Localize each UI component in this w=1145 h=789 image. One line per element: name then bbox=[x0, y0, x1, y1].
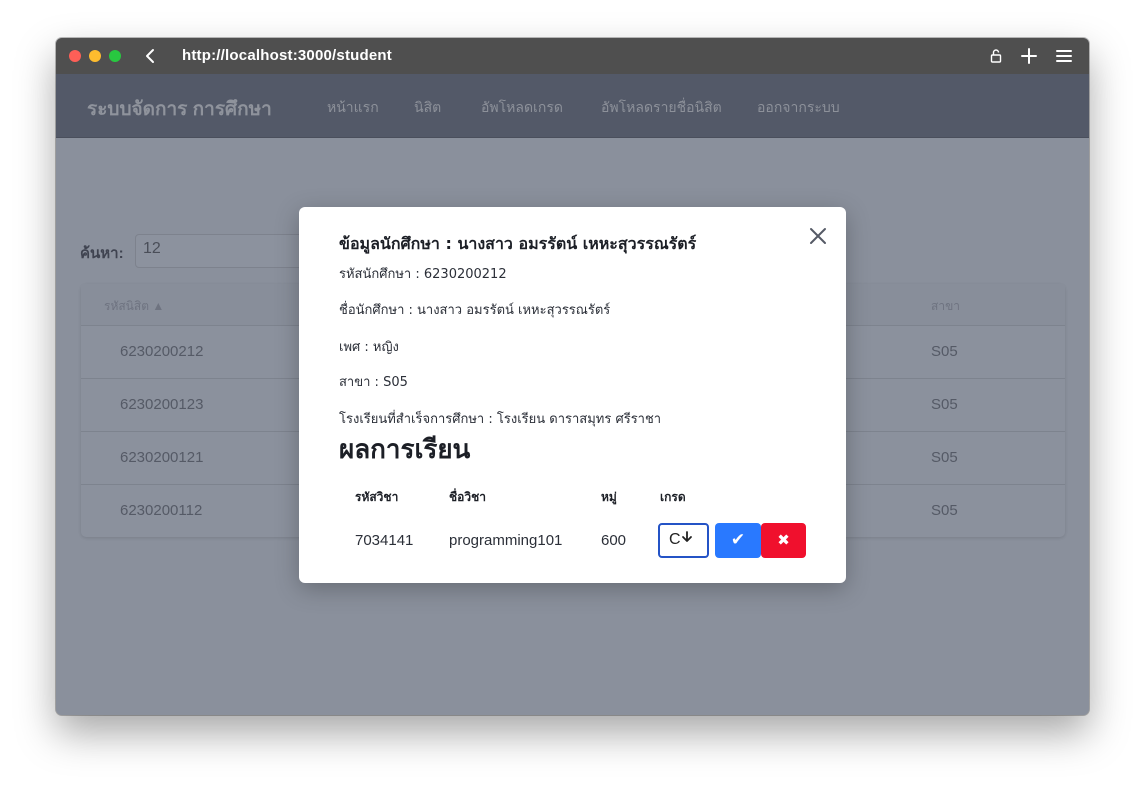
major-cell: S05 bbox=[931, 396, 958, 413]
new-tab-plus-icon[interactable] bbox=[1019, 46, 1039, 66]
back-button[interactable] bbox=[140, 44, 162, 68]
results-heading: ผลการเรียน bbox=[339, 435, 471, 465]
close-icon[interactable] bbox=[806, 224, 830, 248]
search-input[interactable]: 12 bbox=[135, 234, 315, 268]
student-name-line: ชื่อนักศึกษา : นางสาว อมรรัตน์ เหหะสุวรร… bbox=[339, 303, 611, 318]
nav-link-students[interactable]: นิสิต bbox=[414, 97, 441, 119]
confirm-grade-button[interactable]: ✔ bbox=[715, 523, 761, 558]
student-id-cell: 6230200123 bbox=[120, 396, 204, 413]
top-navbar: ระบบจัดการ การศึกษา หน้าแรก นิสิต อัพโหล… bbox=[56, 74, 1089, 138]
check-icon: ✔ bbox=[730, 530, 746, 550]
minimize-window-button[interactable] bbox=[89, 50, 101, 62]
nav-link-upload-student-list[interactable]: อัพโหลดรายชื่อนิสิต bbox=[601, 97, 722, 119]
nav-link-upload-grades[interactable]: อัพโหลดเกรด bbox=[481, 97, 563, 119]
browser-titlebar: http://localhost:3000/student bbox=[56, 38, 1089, 74]
lock-icon[interactable] bbox=[986, 46, 1006, 66]
search-label: ค้นหา: bbox=[80, 245, 124, 262]
nav-link-logout[interactable]: ออกจากระบบ bbox=[757, 97, 840, 119]
grades-header-grade: เกรด bbox=[660, 490, 686, 504]
course-code-cell: 7034141 bbox=[355, 532, 414, 549]
gender-line: เพศ : หญิง bbox=[339, 340, 399, 355]
student-id-line: รหัสนักศึกษา : 6230200212 bbox=[339, 267, 507, 282]
maximize-window-button[interactable] bbox=[109, 50, 121, 62]
course-name-cell: programming101 bbox=[449, 532, 563, 549]
school-line: โรงเรียนที่สำเร็จการศึกษา : โรงเรียน ดาร… bbox=[339, 412, 662, 427]
grade-select-value: C bbox=[669, 531, 681, 548]
x-icon: ✖ bbox=[777, 531, 790, 549]
student-id-cell: 6230200121 bbox=[120, 449, 204, 466]
brand-logo-text[interactable]: ระบบจัดการ การศึกษา bbox=[87, 94, 272, 124]
grades-header-course-name: ชื่อวิชา bbox=[449, 490, 486, 504]
modal-title: ข้อมูลนักศึกษา : นางสาว อมรรัตน์ เหหะสุว… bbox=[339, 234, 697, 253]
grades-header-section: หมู่ bbox=[601, 490, 617, 504]
student-id-cell: 6230200212 bbox=[120, 343, 204, 360]
hamburger-menu-icon[interactable] bbox=[1054, 46, 1074, 66]
student-detail-modal: ข้อมูลนักศึกษา : นางสาว อมรรัตน์ เหหะสุว… bbox=[299, 207, 846, 583]
major-line: สาขา : S05 bbox=[339, 375, 408, 390]
section-cell: 600 bbox=[601, 532, 627, 549]
major-cell: S05 bbox=[931, 449, 958, 466]
chevron-left-icon bbox=[146, 49, 154, 63]
cancel-grade-button[interactable]: ✖ bbox=[761, 523, 806, 558]
nav-link-home[interactable]: หน้าแรก bbox=[327, 97, 379, 119]
close-window-button[interactable] bbox=[69, 50, 81, 62]
column-header-student-id[interactable]: รหัสนิสิต ▲ bbox=[104, 297, 164, 316]
grades-header-course-code: รหัสวิชา bbox=[355, 490, 399, 504]
major-cell: S05 bbox=[931, 502, 958, 519]
address-bar[interactable]: http://localhost:3000/student bbox=[182, 47, 392, 64]
student-id-cell: 6230200112 bbox=[120, 502, 203, 519]
major-cell: S05 bbox=[931, 343, 958, 360]
grade-select[interactable]: C bbox=[658, 523, 709, 558]
arrow-down-icon bbox=[681, 531, 692, 542]
column-header-major[interactable]: สาขา bbox=[931, 297, 960, 316]
